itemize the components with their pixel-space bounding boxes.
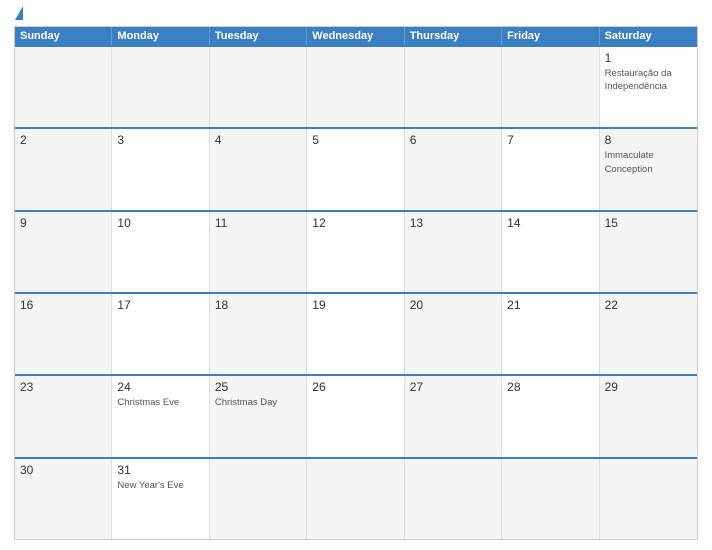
header <box>14 10 698 20</box>
calendar-cell <box>307 459 404 539</box>
day-number: 27 <box>410 380 496 394</box>
calendar-row-2: 9 10 11 12 13 14 15 <box>15 210 697 292</box>
weekday-header-monday: Monday <box>112 27 209 45</box>
holiday-label: Christmas Eve <box>117 397 179 408</box>
day-number: 4 <box>215 133 301 147</box>
day-number: 20 <box>410 298 496 312</box>
weekday-header-sunday: Sunday <box>15 27 112 45</box>
day-number: 13 <box>410 216 496 230</box>
weekday-header-thursday: Thursday <box>405 27 502 45</box>
calendar-page: SundayMondayTuesdayWednesdayThursdayFrid… <box>0 0 712 550</box>
logo-triangle-icon <box>15 6 23 20</box>
calendar-body: 1Restauração da Independência2345678Imma… <box>15 45 697 539</box>
calendar-row-1: 2345678 Immaculate Conception <box>15 127 697 209</box>
calendar-cell: 31 New Year's Eve <box>112 459 209 539</box>
day-number: 10 <box>117 216 203 230</box>
weekday-header-friday: Friday <box>502 27 599 45</box>
holiday-label: Christmas Day <box>215 397 277 408</box>
holiday-label: New Year's Eve <box>117 480 183 491</box>
calendar-cell <box>600 459 697 539</box>
calendar-cell: 4 <box>210 129 307 209</box>
calendar-cell: 28 <box>502 376 599 456</box>
weekday-header-saturday: Saturday <box>600 27 697 45</box>
day-number: 1 <box>605 51 692 65</box>
day-number: 21 <box>507 298 593 312</box>
calendar-cell: 15 <box>600 212 697 292</box>
holiday-label: Restauração da Independência <box>605 68 672 92</box>
calendar-row-3: 16 17 18 19 20 21 22 <box>15 292 697 374</box>
calendar-cell <box>15 47 112 127</box>
calendar-cell <box>405 47 502 127</box>
calendar-cell <box>307 47 404 127</box>
calendar-cell: 14 <box>502 212 599 292</box>
weekday-header-tuesday: Tuesday <box>210 27 307 45</box>
calendar-cell: 9 <box>15 212 112 292</box>
day-number: 15 <box>605 216 692 230</box>
calendar-cell <box>502 47 599 127</box>
weekday-header-wednesday: Wednesday <box>307 27 404 45</box>
day-number: 11 <box>215 216 301 230</box>
calendar-cell: 18 <box>210 294 307 374</box>
calendar-row-4: 23 24 Christmas Eve 25 Christmas Day 26 27 28 29 <box>15 374 697 456</box>
calendar-cell: 13 <box>405 212 502 292</box>
calendar-cell: 11 <box>210 212 307 292</box>
day-number: 14 <box>507 216 593 230</box>
day-number: 18 <box>215 298 301 312</box>
calendar-cell: 1 Restauração da Independência <box>600 47 697 127</box>
calendar-cell: 8 Immaculate Conception <box>600 129 697 209</box>
calendar-cell: 26 <box>307 376 404 456</box>
calendar-cell: 29 <box>600 376 697 456</box>
calendar-cell: 6 <box>405 129 502 209</box>
day-number: 22 <box>605 298 692 312</box>
day-number: 5 <box>312 133 398 147</box>
calendar-cell: 2 <box>15 129 112 209</box>
calendar-cell: 25 Christmas Day <box>210 376 307 456</box>
calendar-cell: 17 <box>112 294 209 374</box>
calendar-cell: 23 <box>15 376 112 456</box>
day-number: 12 <box>312 216 398 230</box>
calendar-cell <box>210 47 307 127</box>
day-number: 30 <box>20 463 106 477</box>
day-number: 3 <box>117 133 203 147</box>
day-number: 16 <box>20 298 106 312</box>
calendar-header: SundayMondayTuesdayWednesdayThursdayFrid… <box>15 27 697 45</box>
day-number: 23 <box>20 380 106 394</box>
calendar-cell: 24 Christmas Eve <box>112 376 209 456</box>
day-number: 6 <box>410 133 496 147</box>
day-number: 19 <box>312 298 398 312</box>
day-number: 26 <box>312 380 398 394</box>
calendar-cell <box>210 459 307 539</box>
calendar-cell: 16 <box>15 294 112 374</box>
day-number: 24 <box>117 380 203 394</box>
day-number: 28 <box>507 380 593 394</box>
calendar-cell: 5 <box>307 129 404 209</box>
day-number: 29 <box>605 380 692 394</box>
calendar-cell <box>405 459 502 539</box>
calendar-cell: 22 <box>600 294 697 374</box>
calendar: SundayMondayTuesdayWednesdayThursdayFrid… <box>14 26 698 540</box>
day-number: 25 <box>215 380 301 394</box>
day-number: 7 <box>507 133 593 147</box>
day-number: 2 <box>20 133 106 147</box>
logo <box>14 10 23 20</box>
calendar-cell <box>112 47 209 127</box>
day-number: 31 <box>117 463 203 477</box>
calendar-cell: 21 <box>502 294 599 374</box>
calendar-row-5: 30 31 New Year's Eve <box>15 457 697 539</box>
day-number: 8 <box>605 133 692 147</box>
calendar-cell: 12 <box>307 212 404 292</box>
calendar-row-0: 1 Restauração da Independência <box>15 45 697 127</box>
holiday-label: Immaculate Conception <box>605 150 654 174</box>
calendar-cell: 19 <box>307 294 404 374</box>
calendar-cell <box>502 459 599 539</box>
calendar-cell: 7 <box>502 129 599 209</box>
day-number: 17 <box>117 298 203 312</box>
day-number: 9 <box>20 216 106 230</box>
calendar-cell: 20 <box>405 294 502 374</box>
calendar-cell: 30 <box>15 459 112 539</box>
calendar-cell: 3 <box>112 129 209 209</box>
calendar-cell: 27 <box>405 376 502 456</box>
calendar-cell: 10 <box>112 212 209 292</box>
